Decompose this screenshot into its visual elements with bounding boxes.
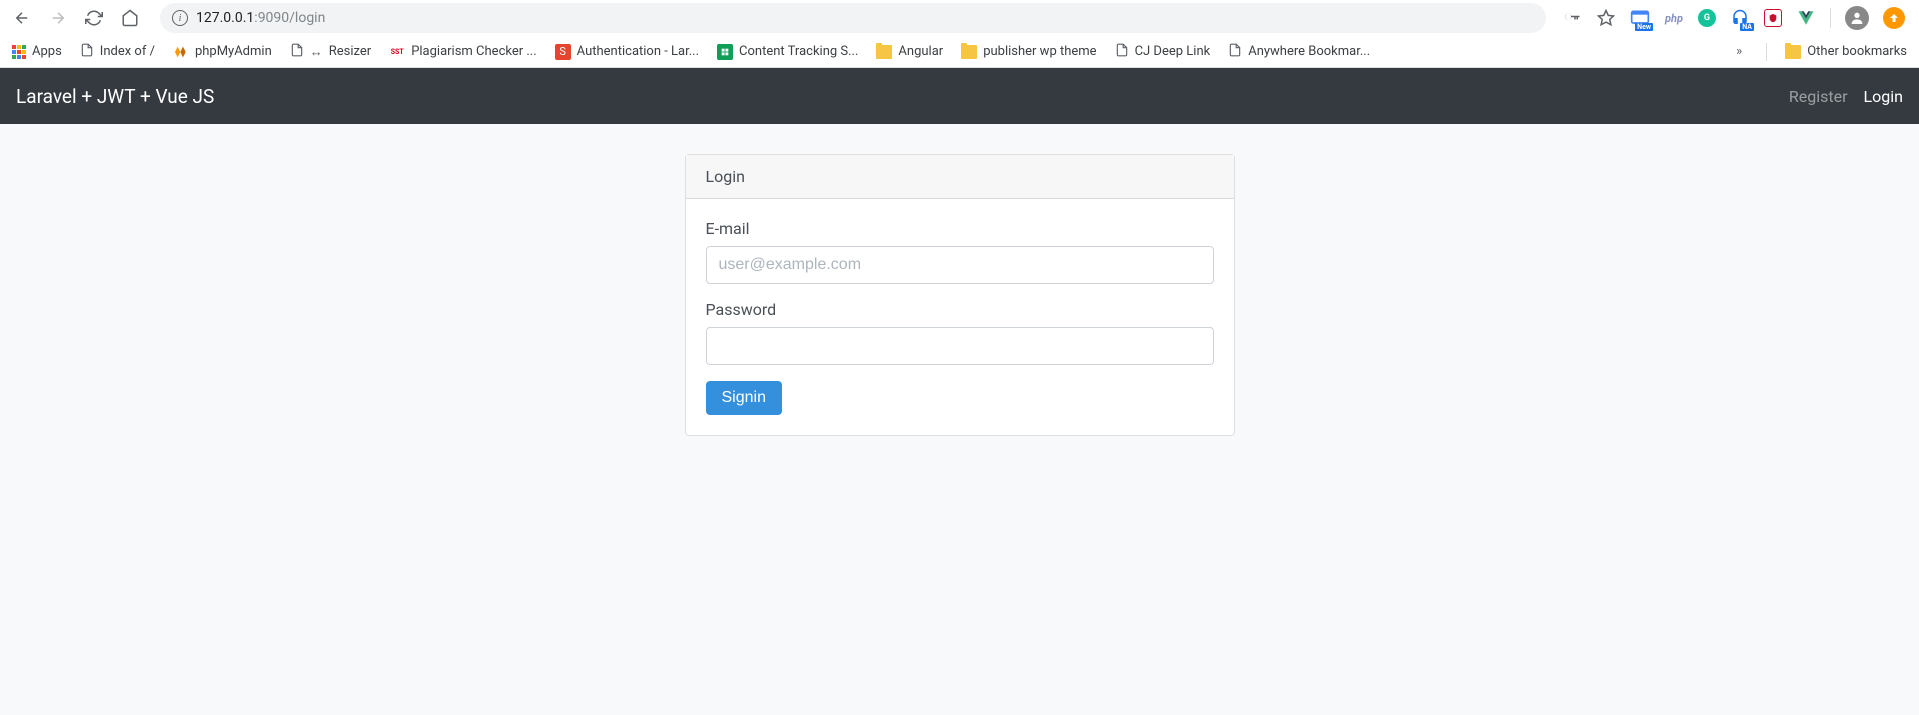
file-icon (1228, 43, 1242, 61)
folder-icon (961, 45, 977, 59)
browser-toolbar: i 127.0.0.1:9090/login New php G NA (0, 0, 1919, 36)
password-label: Password (706, 300, 1214, 319)
bookmark-label: Content Tracking S... (739, 44, 858, 59)
bookmark-auth[interactable]: S Authentication - Lar... (555, 44, 699, 60)
file-icon (80, 43, 94, 61)
folder-icon (1785, 45, 1801, 59)
key-icon[interactable] (1562, 8, 1582, 28)
bookmark-apps[interactable]: Apps (12, 44, 62, 59)
email-group: E-mail (706, 219, 1214, 284)
extension-devtools-icon[interactable]: New (1630, 8, 1650, 28)
bookmark-index[interactable]: Index of / (80, 43, 155, 61)
bookmark-label: CJ Deep Link (1135, 44, 1211, 59)
nav-links: Register Login (1789, 87, 1903, 106)
phpmyadmin-icon (173, 44, 189, 60)
folder-icon (876, 45, 892, 59)
toolbar-divider (1830, 8, 1831, 28)
app-navbar: Laravel + JWT + Vue JS Register Login (0, 68, 1919, 124)
apps-icon (12, 45, 26, 59)
email-input[interactable] (706, 246, 1214, 284)
card-body: E-mail Password Signin (686, 199, 1234, 435)
file-icon (1115, 43, 1129, 61)
sheets-icon (717, 44, 733, 60)
bookmark-publisher[interactable]: publisher wp theme (961, 44, 1096, 59)
nav-login[interactable]: Login (1864, 87, 1903, 106)
back-button[interactable] (8, 4, 36, 32)
bookmark-label: Authentication - Lar... (577, 44, 699, 59)
star-icon[interactable] (1596, 8, 1616, 28)
forward-button[interactable] (44, 4, 72, 32)
extension-headset-icon[interactable]: NA (1730, 8, 1750, 28)
reload-button[interactable] (80, 4, 108, 32)
bookmarks-bar: Apps Index of / phpMyAdmin ↔ Resizer SST… (0, 36, 1919, 68)
password-group: Password (706, 300, 1214, 365)
bookmark-label: Apps (32, 44, 62, 59)
bookmark-label: Angular (898, 44, 943, 59)
bookmark-label: Other bookmarks (1807, 44, 1907, 59)
bookmark-angular[interactable]: Angular (876, 44, 943, 59)
url-text: 127.0.0.1:9090/login (196, 10, 325, 26)
login-card: Login E-mail Password Signin (685, 154, 1235, 436)
address-bar[interactable]: i 127.0.0.1:9090/login (160, 3, 1546, 33)
extension-vue-icon[interactable] (1796, 8, 1816, 28)
toolbar-right: New php G NA (1562, 6, 1911, 30)
bookmark-plagiarism[interactable]: SST Plagiarism Checker ... (389, 44, 536, 60)
bookmark-divider (1766, 43, 1767, 61)
site-info-icon[interactable]: i (172, 10, 188, 26)
bookmark-label: Plagiarism Checker ... (411, 44, 536, 59)
bookmark-phpmyadmin[interactable]: phpMyAdmin (173, 44, 272, 60)
file-icon (290, 43, 304, 61)
bookmark-anywhere[interactable]: Anywhere Bookmar... (1228, 43, 1370, 61)
bookmark-label: Anywhere Bookmar... (1248, 44, 1370, 59)
profile-avatar[interactable] (1845, 6, 1869, 30)
s-icon: S (555, 44, 571, 60)
brand-title[interactable]: Laravel + JWT + Vue JS (16, 85, 214, 108)
extension-grammarly-icon[interactable]: G (1698, 9, 1716, 27)
bookmark-tracking[interactable]: Content Tracking S... (717, 44, 858, 60)
update-button[interactable] (1883, 7, 1905, 29)
bookmark-overflow[interactable]: » (1730, 44, 1748, 59)
nav-register[interactable]: Register (1789, 87, 1848, 106)
bookmark-label: Index of / (100, 44, 155, 59)
bookmark-resizer[interactable]: ↔ Resizer (290, 43, 371, 61)
bookmark-label: phpMyAdmin (195, 44, 272, 59)
bookmark-cj[interactable]: CJ Deep Link (1115, 43, 1211, 61)
resize-arrows-icon: ↔ (310, 44, 323, 60)
page-content: Login E-mail Password Signin (0, 124, 1919, 715)
home-button[interactable] (116, 4, 144, 32)
email-label: E-mail (706, 219, 1214, 238)
bookmark-label: Resizer (329, 44, 371, 59)
bookmark-other[interactable]: Other bookmarks (1785, 44, 1907, 59)
sst-icon: SST (389, 44, 405, 60)
card-title: Login (686, 155, 1234, 199)
signin-button[interactable]: Signin (706, 381, 782, 415)
extension-php-icon[interactable]: php (1664, 8, 1684, 28)
bookmark-label: publisher wp theme (983, 44, 1096, 59)
password-input[interactable] (706, 327, 1214, 365)
extension-mcafee-icon[interactable] (1764, 9, 1782, 27)
